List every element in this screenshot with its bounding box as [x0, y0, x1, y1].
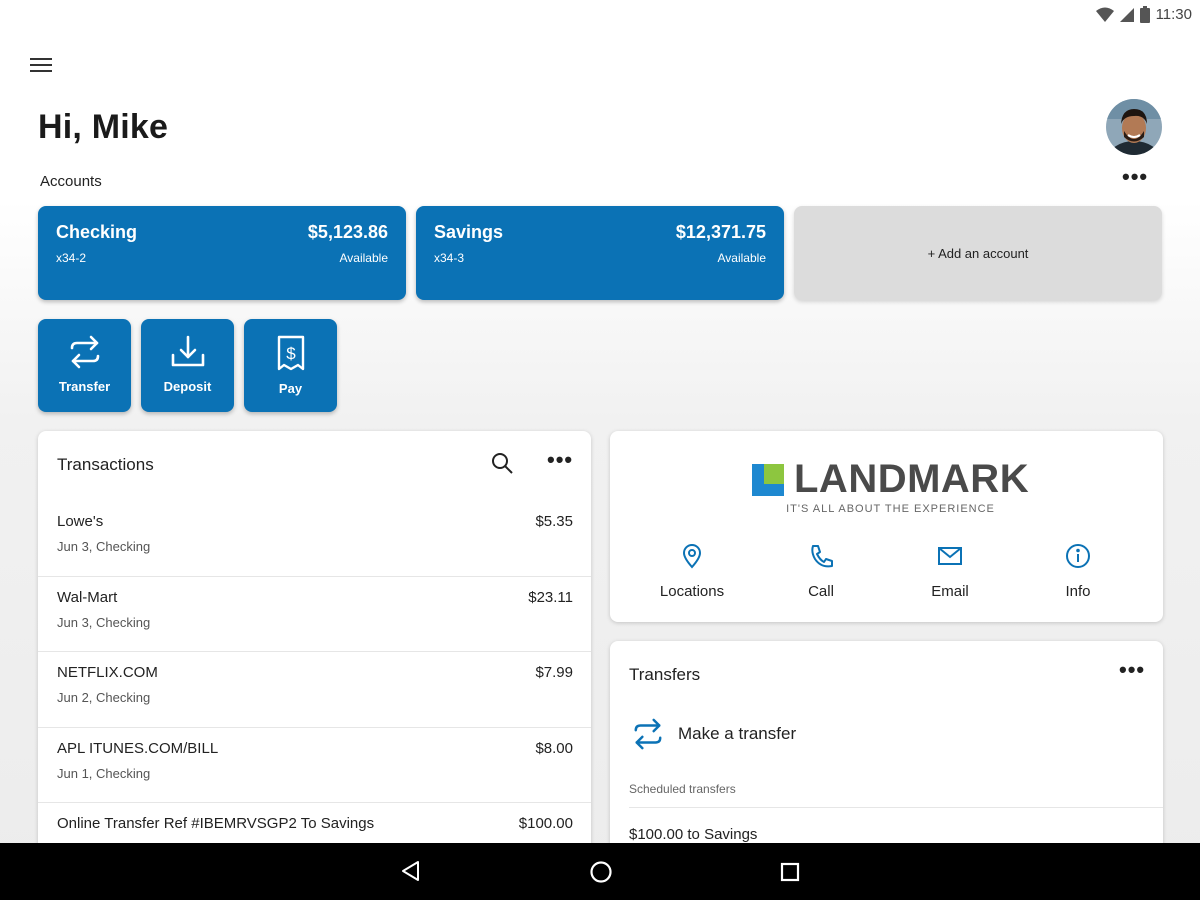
action-label: Deposit [163, 379, 212, 394]
accounts-label: Accounts [40, 173, 102, 190]
transaction-name: NETFLIX.COM [57, 664, 158, 681]
transfer-button[interactable]: Transfer [38, 319, 131, 412]
system-navigation-bar [0, 843, 1200, 900]
account-name: Savings [434, 222, 504, 242]
contact-label: Email [931, 583, 969, 600]
home-icon[interactable] [589, 860, 613, 884]
email-icon [938, 547, 962, 565]
svg-text:$: $ [286, 344, 296, 363]
status-time: 11:30 [1155, 6, 1192, 23]
action-label: Pay [278, 381, 303, 396]
transaction-detail: Jun 3, Checking [57, 539, 151, 554]
contact-label: Info [1065, 583, 1091, 600]
signal-icon [1119, 7, 1134, 22]
transactions-title: Transactions [57, 455, 154, 474]
make-transfer-button[interactable]: Make a transfer [632, 717, 796, 751]
info-button[interactable]: Info [1018, 543, 1138, 600]
transfer-icon [70, 335, 99, 369]
transaction-amount: $5.35 [535, 513, 573, 530]
bank-info-panel: LANDMARK IT'S ALL ABOUT THE EXPERIENCE L… [610, 431, 1163, 622]
scheduled-transfers-label: Scheduled transfers [629, 782, 736, 796]
email-button[interactable]: Email [890, 543, 1010, 600]
bank-name: LANDMARK [794, 457, 1030, 501]
transaction-detail: Jun 3, Checking [57, 614, 151, 630]
add-account-button[interactable]: + Add an account [794, 206, 1162, 300]
locations-button[interactable]: Locations [632, 543, 752, 600]
account-number: x34-3 [434, 251, 465, 265]
transactions-more-icon[interactable]: ••• [547, 449, 573, 471]
transaction-name: Online Transfer Ref #IBEMRVSGP2 To Savin… [57, 815, 375, 832]
search-icon[interactable] [490, 451, 514, 475]
recents-icon[interactable] [780, 862, 800, 882]
call-button[interactable]: Call [761, 543, 881, 600]
greeting: Hi, Mike [38, 108, 169, 146]
transaction-amount: $23.11 [528, 588, 573, 606]
transaction-row[interactable]: Lowe's $5.35 Jun 3, Checking [38, 501, 591, 577]
account-balance: $12,371.75 [675, 222, 766, 242]
transaction-detail: Jun 2, Checking [57, 690, 151, 705]
make-transfer-label: Make a transfer [678, 724, 797, 743]
balance-label: Available [717, 251, 766, 265]
status-icons: 11:30 [1095, 6, 1192, 23]
pay-bill-icon: $ [277, 335, 304, 371]
pay-button[interactable]: $ Pay [244, 319, 337, 412]
account-number: x34-2 [56, 251, 87, 265]
balance-label: Available [339, 251, 388, 265]
status-bar: 11:30 [0, 0, 1200, 32]
transaction-amount: $100.00 [518, 815, 573, 832]
deposit-button[interactable]: Deposit [141, 319, 234, 412]
scheduled-transfer-item[interactable]: $100.00 to Savings [629, 826, 757, 843]
account-card-checking[interactable]: Checking $5,123.86 x34-2 Available [38, 206, 406, 300]
transfer-icon [634, 718, 662, 750]
hamburger-menu-icon[interactable] [30, 54, 56, 78]
transaction-detail: Jun 1, Checking [57, 765, 151, 781]
transfers-title: Transfers [629, 665, 701, 684]
account-balance: $5,123.86 [307, 222, 388, 242]
phone-icon [811, 545, 833, 568]
landmark-logo-icon [752, 463, 784, 496]
transaction-name: Wal-Mart [57, 588, 118, 606]
wifi-icon [1095, 7, 1114, 22]
battery-icon [1139, 6, 1150, 23]
location-pin-icon [682, 544, 702, 569]
transaction-row[interactable]: Wal-Mart $23.11 Jun 3, Checking [38, 577, 591, 652]
account-card-savings[interactable]: Savings $12,371.75 x34-3 Available [416, 206, 784, 300]
transactions-panel: Transactions ••• Lowe's $5.35 Jun 3, Che… [38, 431, 591, 871]
contact-label: Locations [659, 583, 725, 600]
transfers-more-icon[interactable]: ••• [1119, 659, 1145, 681]
user-avatar[interactable] [1106, 99, 1162, 155]
bank-logo: LANDMARK [752, 457, 1029, 502]
back-icon[interactable] [400, 860, 422, 882]
info-icon [1066, 544, 1090, 568]
accounts-more-icon[interactable]: ••• [1122, 166, 1148, 188]
transaction-row[interactable]: NETFLIX.COM $7.99 Jun 2, Checking [38, 652, 591, 728]
transaction-row[interactable]: APL ITUNES.COM/BILL $8.00 Jun 1, Checkin… [38, 728, 591, 803]
transaction-name: APL ITUNES.COM/BILL [57, 739, 219, 757]
transaction-amount: $8.00 [535, 739, 573, 757]
bank-tagline: IT'S ALL ABOUT THE EXPERIENCE [786, 503, 995, 515]
transaction-amount: $7.99 [535, 664, 573, 681]
account-name: Checking [56, 222, 138, 242]
contact-label: Call [808, 583, 834, 600]
transactions-list: Lowe's $5.35 Jun 3, Checking Wal-Mart $2… [38, 501, 591, 871]
transactions-header: Transactions ••• [38, 431, 591, 501]
deposit-icon [171, 335, 204, 367]
transfers-panel: Transfers ••• Make a transfer Scheduled … [610, 641, 1163, 871]
transaction-name: Lowe's [57, 513, 104, 530]
divider [629, 807, 1163, 808]
action-label: Transfer [58, 379, 111, 394]
